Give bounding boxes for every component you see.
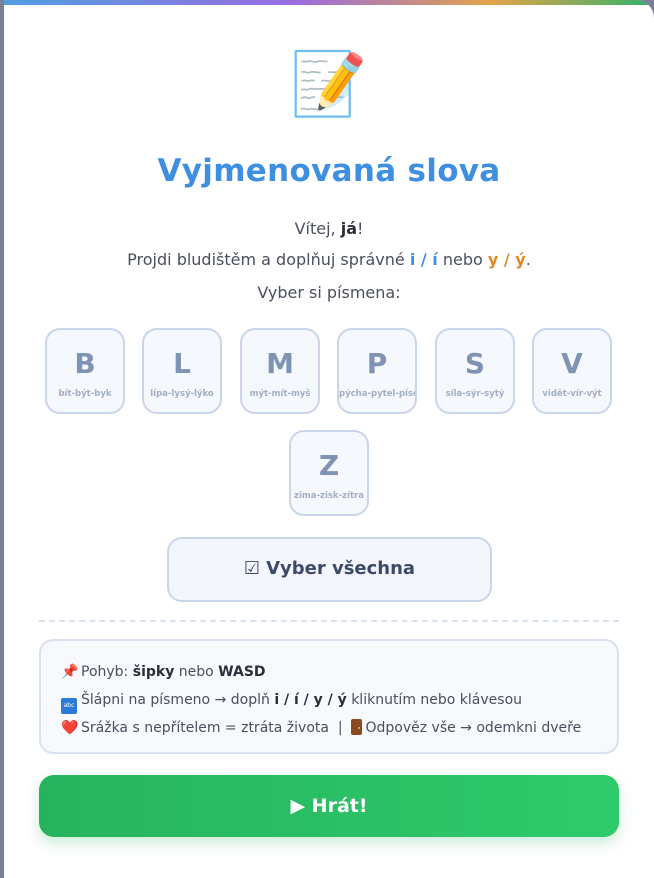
letter-hint: síla-sýr-sytý bbox=[445, 389, 505, 399]
heart-icon: ❤️ bbox=[61, 720, 79, 736]
letter-card-v[interactable]: V vidět-vír-výt bbox=[532, 328, 612, 414]
select-all-button[interactable]: ☑ Vyber všechna bbox=[167, 537, 492, 602]
instruction-suffix: . bbox=[525, 250, 531, 269]
letter-hint: pýcha-pytel-písek bbox=[339, 389, 415, 399]
step-prefix: Šlápni na písmeno → doplň bbox=[81, 692, 275, 708]
play-button[interactable]: ▶ Hrát! bbox=[39, 775, 619, 837]
letter-card-p[interactable]: P pýcha-pytel-písek bbox=[337, 328, 417, 414]
separator: | bbox=[337, 720, 343, 736]
checkbox-icon: ☑ bbox=[243, 558, 261, 579]
letter-hint: mýt-mít-myš bbox=[249, 389, 311, 399]
step-suffix: kliknutím nebo klávesou bbox=[346, 692, 523, 708]
top-gradient-strip bbox=[4, 0, 654, 5]
option-i: i / í bbox=[409, 250, 438, 269]
option-y: y / ý bbox=[487, 250, 526, 269]
letter-hint: zima-zisk-zítra bbox=[294, 491, 364, 501]
collision-text: Srážka s nepřítelem = ztráta života bbox=[81, 720, 329, 736]
instructions: Projdi bludištěm a doplňuj správné i / í… bbox=[4, 249, 654, 271]
door-icon bbox=[351, 719, 363, 735]
move-mid: nebo bbox=[174, 664, 219, 680]
dashed-divider bbox=[39, 620, 619, 622]
letter-label: B bbox=[74, 347, 96, 380]
letter-label: L bbox=[173, 347, 191, 380]
letter-label: V bbox=[561, 347, 583, 380]
pushpin-icon: 📌 bbox=[61, 664, 79, 680]
keyboard-abc-icon: abc bbox=[61, 698, 77, 714]
letter-card-s[interactable]: S síla-sýr-sytý bbox=[435, 328, 515, 414]
letter-label: S bbox=[464, 347, 486, 380]
greeting-prefix: Vítej, bbox=[294, 219, 341, 238]
page-title: Vyjmenovaná slova bbox=[157, 153, 501, 189]
letter-label: M bbox=[266, 347, 294, 380]
greeting-suffix: ! bbox=[356, 219, 364, 238]
player-name: já bbox=[340, 219, 357, 238]
info-move-line: 📌 Pohyb: šipky nebo WASD bbox=[61, 658, 617, 686]
select-all-label: Vyber všechna bbox=[266, 558, 416, 579]
controls-info-box: 📌 Pohyb: šipky nebo WASD abc Šlápni na pís… bbox=[39, 639, 619, 754]
letter-card-m[interactable]: M mýt-mít-myš bbox=[240, 328, 320, 414]
door-text: Odpověz vše → odemkni dveře bbox=[365, 720, 582, 736]
greeting: Vítej, já! bbox=[4, 218, 654, 240]
choose-prompt: Vyber si písmena: bbox=[257, 283, 401, 302]
letter-label: Z bbox=[318, 449, 340, 482]
start-card: 📝 Vyjmenovaná slova Vítej, já! Projdi bl… bbox=[4, 0, 654, 878]
letter-card-l[interactable]: L lípa-lysý-lýko bbox=[142, 328, 222, 414]
letter-card-b[interactable]: B bít-být-byk bbox=[45, 328, 125, 414]
memo-icon: 📝 bbox=[290, 47, 368, 120]
letter-label: P bbox=[366, 347, 388, 380]
instruction-prefix: Projdi bludištěm a doplňuj správné bbox=[127, 250, 410, 269]
step-options: i / í / y / ý bbox=[274, 692, 347, 708]
letter-card-z[interactable]: Z zima-zisk-zítra bbox=[289, 430, 369, 516]
info-step-line: abc Šlápni na písmeno → doplň i / í / y /… bbox=[61, 686, 617, 714]
move-keys-arrows: šipky bbox=[132, 664, 175, 680]
letter-hint: bít-být-byk bbox=[58, 389, 112, 399]
move-keys-wasd: WASD bbox=[218, 664, 266, 680]
instruction-connector: nebo bbox=[437, 250, 488, 269]
letter-hint: vidět-vír-výt bbox=[542, 389, 602, 399]
letter-hint: lípa-lysý-lýko bbox=[150, 389, 214, 399]
info-rules-line: ❤️ Srážka s nepřítelem = ztráta života | … bbox=[61, 714, 617, 742]
move-prefix: Pohyb: bbox=[81, 664, 133, 680]
